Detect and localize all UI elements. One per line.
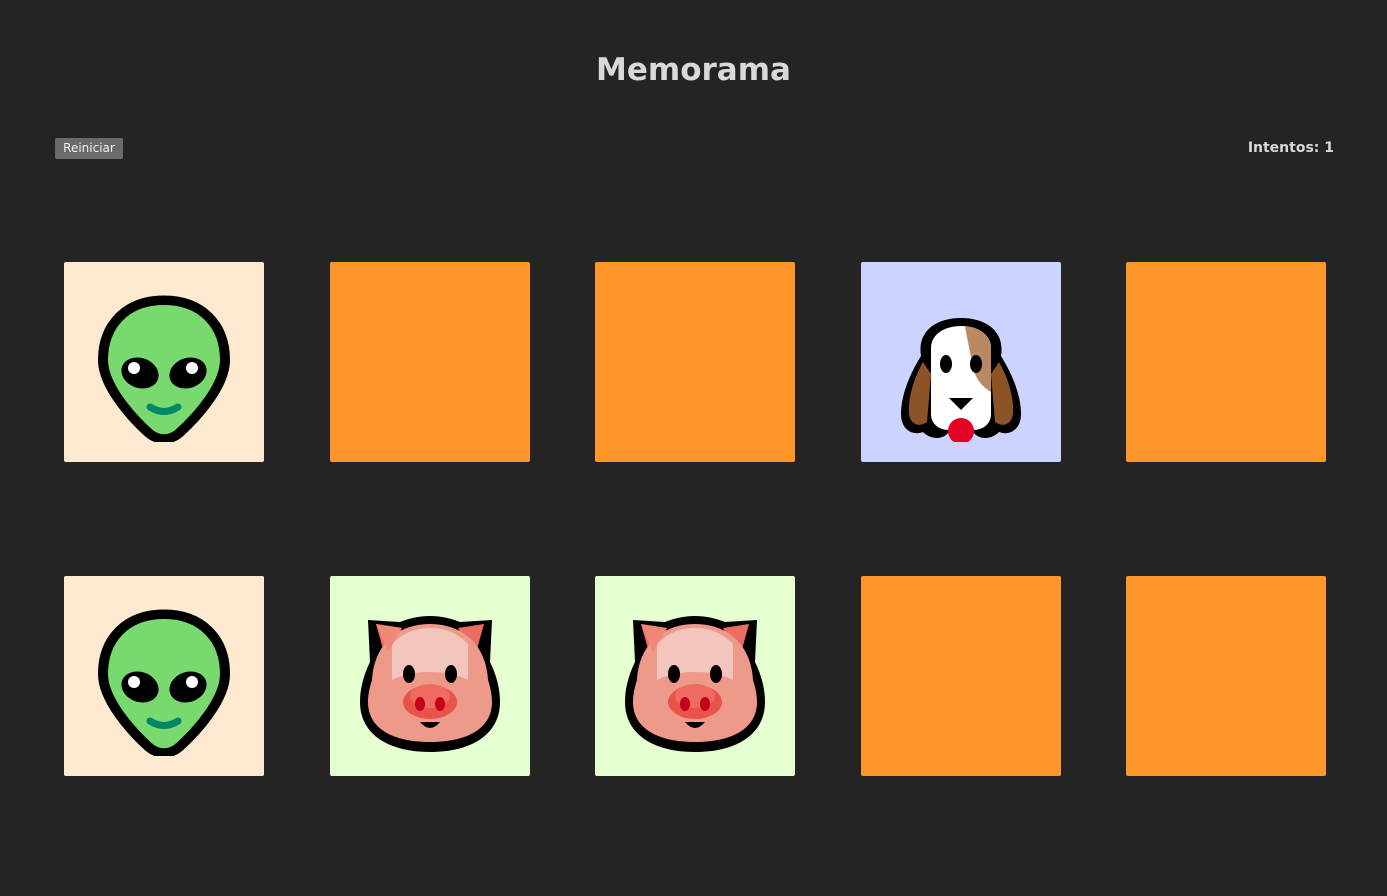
alien-icon	[98, 609, 230, 756]
memory-game-page: Memorama Reiniciar Intentos: 1	[0, 0, 1387, 896]
card-alien[interactable]	[64, 576, 264, 776]
card-alien[interactable]	[64, 262, 264, 462]
alien-icon	[98, 295, 230, 442]
card-dog[interactable]	[861, 262, 1061, 462]
restart-button[interactable]: Reiniciar	[55, 138, 123, 159]
attempts-counter: Intentos: 1	[1247, 140, 1334, 156]
card-pig[interactable]	[595, 576, 795, 776]
dog-icon	[901, 318, 1021, 442]
page-title: Memorama	[596, 52, 791, 88]
card-hidden[interactable]	[595, 262, 795, 462]
card-hidden[interactable]	[1126, 262, 1326, 462]
card-pig[interactable]	[330, 576, 530, 776]
pig-icon	[625, 616, 765, 752]
card-hidden[interactable]	[1126, 576, 1326, 776]
card-hidden[interactable]	[861, 576, 1061, 776]
card-board	[64, 262, 1326, 776]
card-hidden[interactable]	[330, 262, 530, 462]
pig-icon	[360, 616, 500, 752]
